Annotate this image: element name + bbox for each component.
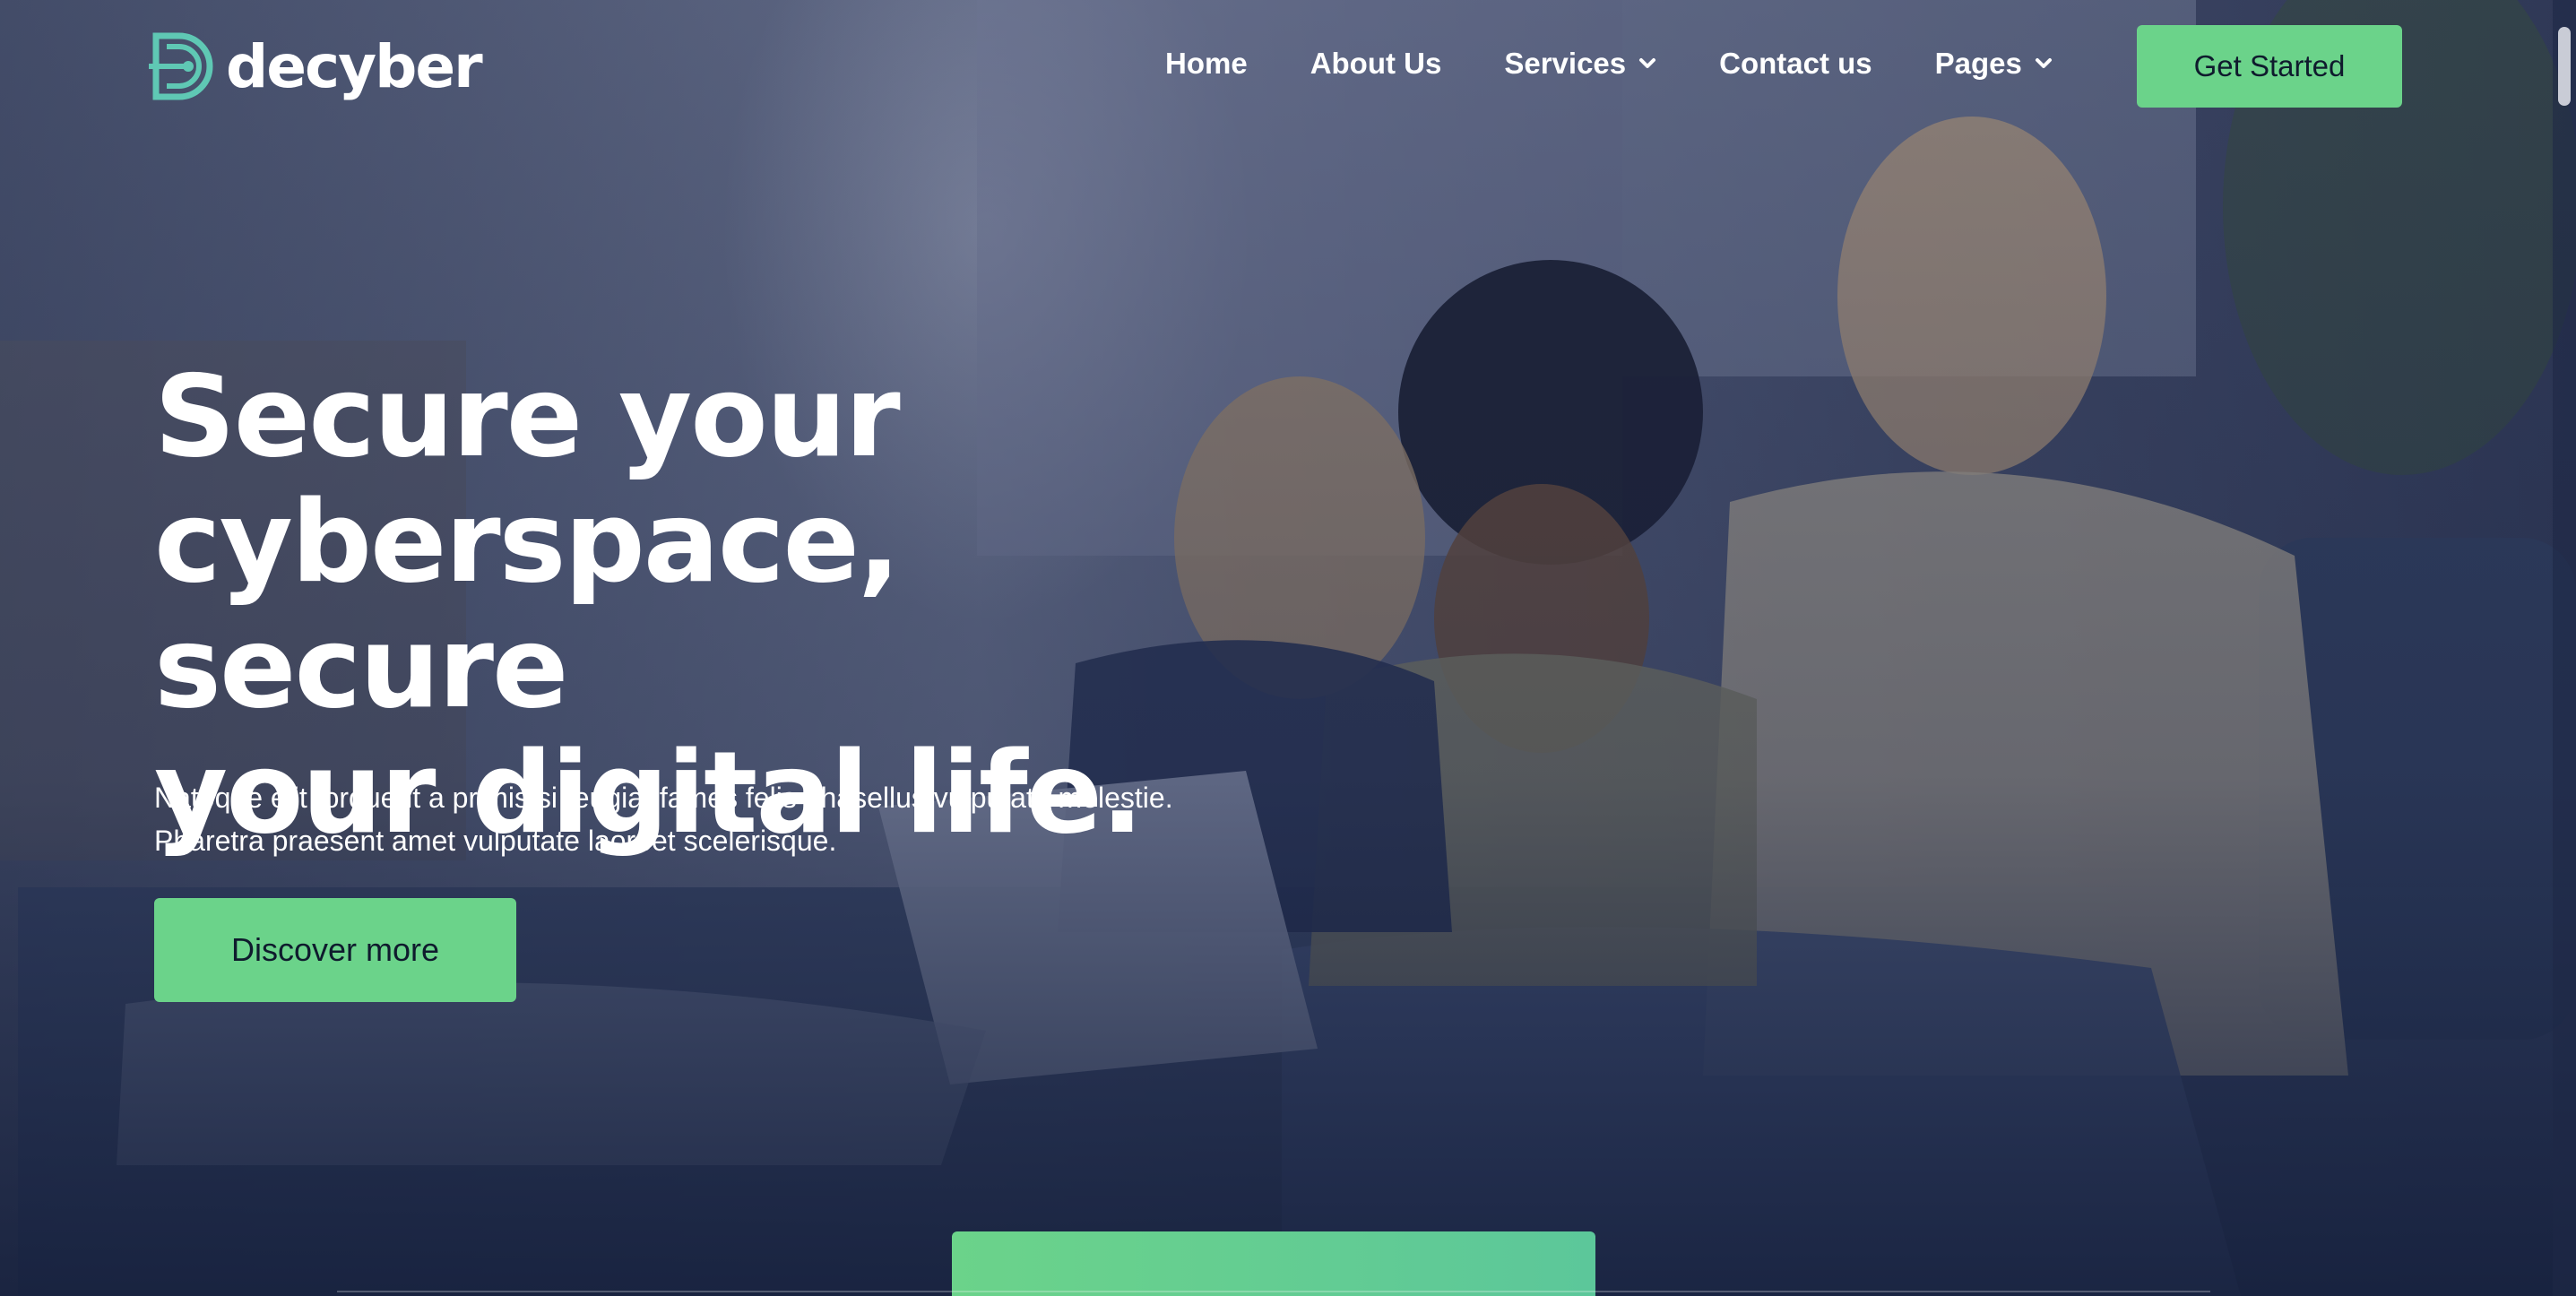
nav-about-us-label: About Us [1310,47,1442,80]
nav-services[interactable]: Services [1504,47,1656,81]
scrollbar-thumb[interactable] [2558,27,2571,106]
section-divider [337,1291,2210,1292]
top-navbar: decyber Home About Us Services Contact u… [0,0,2576,134]
decyber-logo-icon [149,32,213,100]
brand-logo[interactable]: decyber [147,25,483,108]
nav-about-us[interactable]: About Us [1310,47,1442,81]
discover-more-button[interactable]: Discover more [154,898,516,1002]
chevron-down-icon [2035,58,2052,68]
nav-pages[interactable]: Pages [1935,47,2053,81]
nav-contact-us[interactable]: Contact us [1719,47,1872,81]
brand-name: decyber [226,31,483,101]
nav-services-label: Services [1504,47,1627,80]
hero-headline-line-1: Secure your [154,350,901,482]
hero-subtext: Natoque elit torquent a primis si feugia… [154,776,1319,862]
nav-home-label: Home [1165,47,1248,80]
nav-contact-us-label: Contact us [1719,47,1872,80]
hero-headline-line-2: cyberspace, secure [154,476,901,733]
nav-home[interactable]: Home [1165,47,1248,81]
bottom-feature-tab [952,1231,1595,1296]
main-menu: Home About Us Services Contact us Pages [1165,47,2053,81]
get-started-button[interactable]: Get Started [2137,25,2402,108]
hero-subtext-line-2: Pharetra praesent amet vulputate laoreet… [154,825,837,857]
nav-pages-label: Pages [1934,47,2022,80]
page-scrollbar[interactable] [2553,0,2576,1296]
chevron-down-icon [1639,58,1656,68]
hero-subtext-line-1: Natoque elit torquent a primis si feugia… [154,782,1173,814]
